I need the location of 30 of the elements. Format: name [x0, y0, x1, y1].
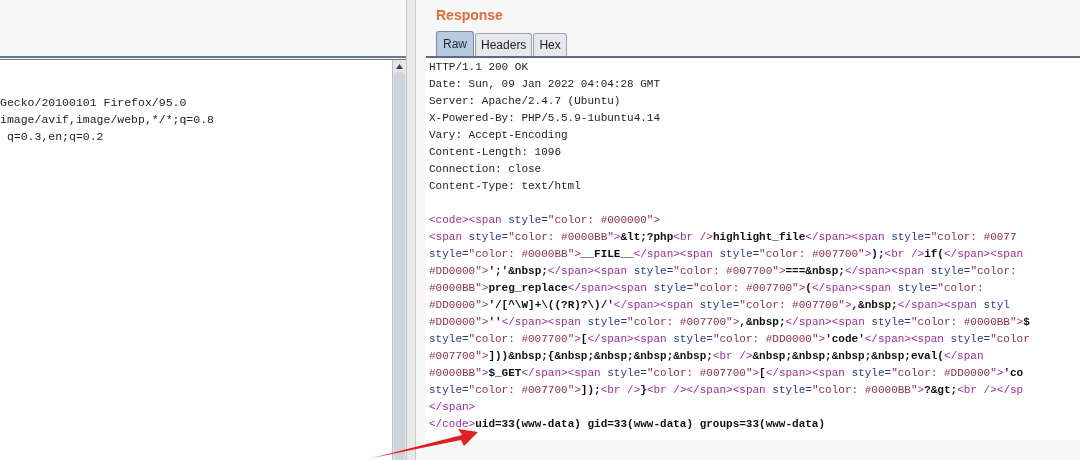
code-line: #DD0000">'/[^\W]+\((?R)?\)/'</span><span style="color: #007700">,&nbsp;</span><span styl — [429, 298, 1010, 313]
tab[interactable]: Hex — [533, 33, 567, 56]
header-line: Connection: close — [429, 162, 542, 177]
code-line: </span> — [429, 400, 476, 415]
scrollbar[interactable] — [392, 60, 406, 460]
tab[interactable]: Headers — [475, 33, 533, 56]
scroll-thumb[interactable] — [394, 72, 405, 460]
header-line: Content-Type: text/html — [429, 179, 581, 194]
code-line: #0000BB">$_GET</span><span style="color: #007700">[</span><span style="color: #DD0000">'co — [429, 366, 1024, 381]
code-line: <span style="color: #0000BB">&lt;?php<br />highlight_file</span><span style="color: #0077 — [429, 230, 1017, 245]
header-line: Date: Sun, 09 Jan 2022 04:04:28 GMT — [429, 77, 661, 92]
code-line: </code>uid=33(www-data) gid=33(www-data) groups=33(www-data) — [429, 417, 826, 432]
tab[interactable]: Raw — [436, 31, 474, 56]
code-line: #007700">]))&nbsp;{&nbsp;&nbsp;&nbsp;&nbsp;<br />&nbsp;&nbsp;&nbsp;&nbsp;eval(</span — [429, 349, 984, 364]
request-line: image/avif,image/webp,*/*;q=0.8 — [0, 112, 214, 128]
header-line: HTTP/1.1 200 OK — [429, 60, 529, 75]
code-line: style="color: #007700">]);<br />}<br /></span><span style="color: #0000BB">?&gt;<br /></sp — [429, 383, 1024, 398]
header-line: Vary: Accept-Encoding — [429, 128, 568, 143]
header-line: Content-Length: 1096 — [429, 145, 562, 160]
header-line: Server: Apache/2.4.7 (Ubuntu) — [429, 94, 621, 109]
code-line: style="color: #007700">[</span><span style="color: #DD0000">'code'</span><span style="color — [429, 332, 1030, 347]
code-line: #DD0000">';'&nbsp;</span><span style="color: #007700">===&nbsp;</span><span style="color: — [429, 264, 1017, 279]
response-title: Response — [436, 6, 504, 25]
code-line: #0000BB">preg_replace</span><span style="color: #007700">(</span><span style="color: — [429, 281, 984, 296]
code-line: <code><span style="color: #000000"> — [429, 213, 661, 228]
code-line: style="color: #0000BB">__FILE__</span><span style="color: #007700">);<br />if(</span><span — [429, 247, 1024, 262]
code-line: #DD0000">''</span><span style="color: #007700">,&nbsp;</span><span style="color: #0000BB">$ — [429, 315, 1030, 330]
header-line: X-Powered-By: PHP/5.5.9-1ubuntu4.14 — [429, 111, 661, 126]
request-line: q=0.3,en;q=0.2 — [5, 129, 104, 145]
request-line: Gecko/20100101 Firefox/95.0 — [0, 95, 187, 111]
